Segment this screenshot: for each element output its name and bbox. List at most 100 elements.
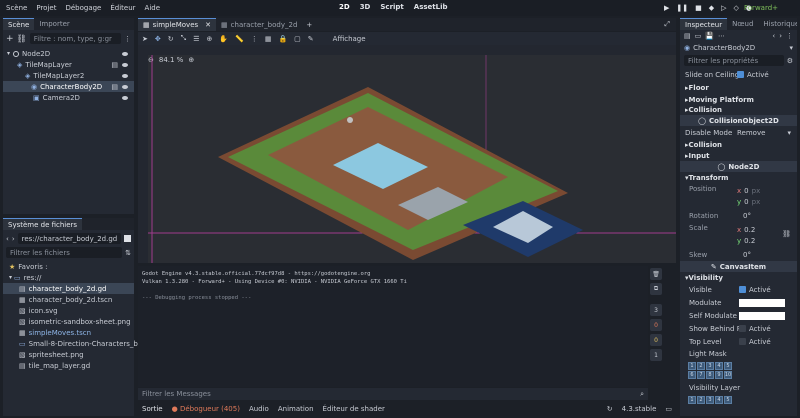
file-item[interactable]: ▧ isometric-sandbox-sheet.png [3, 316, 134, 327]
tab-audio[interactable]: Audio [249, 405, 269, 413]
menu-scene[interactable]: Scène [6, 4, 27, 12]
slide-ceiling-checkbox[interactable] [737, 71, 744, 78]
modulate-color-swatch[interactable] [739, 298, 785, 307]
history-menu-icon[interactable]: ⋮ [786, 32, 793, 40]
tree-node-tilemaplayer2[interactable]: ◈ TileMapLayer2 [3, 70, 134, 81]
tree-node-camera2d[interactable]: ▣ Camera2D [3, 92, 134, 103]
filter-menu-icon[interactable]: ⋮ [124, 35, 131, 43]
position-y-field[interactable]: 0 [744, 198, 748, 206]
file-filter-input[interactable]: Filtrer les fichiers [6, 247, 123, 258]
scene-filter-input[interactable]: Filtre : nom, type, g:gr [29, 33, 121, 44]
list-select-icon[interactable]: ☰ [193, 35, 199, 43]
selected-object-bar[interactable]: ◉ CharacterBody2D ▾ [680, 42, 797, 53]
tree-node-characterbody2d[interactable]: ◉ CharacterBody2D ▤ [3, 81, 134, 92]
tab-debugger[interactable]: ● Débogueur (405) [172, 405, 240, 413]
mask-cell[interactable]: 1 [688, 362, 696, 370]
script-icon[interactable]: ▤ [111, 83, 118, 91]
lock-icon[interactable]: 🔒 [278, 35, 287, 43]
pan-tool-icon[interactable]: ✋ [219, 35, 228, 43]
path-field[interactable]: res://character_body_2d.gd [17, 233, 122, 244]
section-visibility[interactable]: ▾ Visibility [680, 272, 797, 283]
link-icon[interactable]: ⛓ [17, 34, 27, 43]
snap-icon[interactable]: ⋮ [251, 35, 258, 43]
distraction-free-icon[interactable]: ⤢ [664, 20, 670, 29]
close-icon[interactable]: ✕ [205, 21, 211, 29]
mask-cell[interactable]: 10 [724, 371, 732, 379]
section-collision-body[interactable]: ▸ Collision [680, 105, 797, 115]
tab-history[interactable]: Historique [758, 18, 797, 30]
play-custom-icon[interactable]: ◇ [734, 4, 739, 12]
add-tab-icon[interactable]: + [306, 21, 312, 29]
menu-help[interactable]: Aide [145, 4, 160, 12]
view-menu[interactable]: Affichage [333, 35, 366, 43]
clear-output-icon[interactable]: 🗑 [650, 268, 662, 280]
file-item[interactable]: ▦ simpleMoves.tscn [3, 327, 134, 338]
resource-menu-icon[interactable]: ⋯ [718, 32, 725, 40]
visible-checkbox[interactable] [739, 286, 746, 293]
play-icon[interactable]: ▶ [664, 4, 669, 12]
position-x-field[interactable]: 0 [744, 187, 748, 195]
file-item[interactable]: ▤ tile_map_layer.gd [3, 360, 134, 371]
history-forward-icon[interactable]: › [779, 32, 782, 40]
layer-cell[interactable]: 3 [706, 396, 714, 404]
layout-toggle-icon[interactable] [124, 235, 131, 242]
ws-3d[interactable]: 3D [360, 3, 371, 11]
back-icon[interactable]: ‹ [6, 235, 9, 243]
pause-icon[interactable]: ❚❚ [676, 4, 688, 12]
mask-cell[interactable]: 6 [688, 371, 696, 379]
rotate-tool-icon[interactable]: ↻ [168, 35, 174, 43]
pivot-icon[interactable]: ⊕ [207, 35, 213, 43]
history-back-icon[interactable]: ‹ [772, 32, 775, 40]
mask-cell[interactable]: 3 [706, 362, 714, 370]
tab-scene[interactable]: Scène [3, 18, 35, 30]
favorites-item[interactable]: ★ Favoris : [3, 261, 134, 272]
tab-node[interactable]: Nœud [727, 18, 758, 30]
filter-messages-button[interactable]: 3 [650, 304, 662, 316]
visibility-eye-icon[interactable] [122, 84, 128, 89]
remote-icon[interactable]: ◆ [709, 4, 714, 12]
property-filter-input[interactable]: Filtrer les propriétés [684, 55, 784, 66]
self-modulate-color-swatch[interactable] [739, 311, 785, 320]
layer-cell[interactable]: 1 [688, 396, 696, 404]
forward-icon[interactable]: › [12, 235, 15, 243]
scale-tool-icon[interactable]: ⤡ [181, 34, 187, 43]
add-node-icon[interactable]: + [6, 34, 14, 44]
visibility-eye-icon[interactable] [122, 95, 128, 100]
file-item[interactable]: ▧ spritesheet.png [3, 349, 134, 360]
tree-node-node2d[interactable]: ▾ Node2D [3, 48, 134, 59]
section-floor[interactable]: ▸ Floor [680, 81, 797, 94]
ws-2d[interactable]: 2D [339, 3, 350, 11]
file-item[interactable]: ▦ character_body_2d.tscn [3, 294, 134, 305]
filter-warnings-button[interactable]: 0 [650, 334, 662, 346]
bone-icon[interactable]: ✎ [308, 35, 314, 43]
menu-editor[interactable]: Éditeur [110, 4, 135, 12]
filter-errors-button[interactable]: 0 [650, 319, 662, 331]
menu-debug[interactable]: Débogage [65, 4, 101, 12]
mask-cell[interactable]: 7 [697, 371, 705, 379]
section-input[interactable]: ▸ Input [680, 150, 797, 161]
open-resource-icon[interactable]: ▭ [695, 32, 702, 40]
ws-assetlib[interactable]: AssetLib [414, 3, 448, 11]
layer-cell[interactable]: 4 [715, 396, 723, 404]
scale-x-field[interactable]: 0.2 [744, 226, 755, 234]
play-scene-icon[interactable]: ▷ [721, 4, 726, 12]
group-icon[interactable]: ▢ [294, 35, 301, 43]
section-transform[interactable]: ▾ Transform [680, 172, 797, 183]
tab-animation[interactable]: Animation [278, 405, 314, 413]
tab-import[interactable]: Importer [34, 18, 74, 30]
section-moving-platform[interactable]: ▸ Moving Platform [680, 94, 797, 105]
disable-mode-select[interactable]: Remove [737, 129, 765, 137]
layer-cell[interactable]: 5 [724, 396, 732, 404]
tab-inspector[interactable]: Inspecteur [680, 18, 728, 30]
mask-cell[interactable]: 8 [706, 371, 714, 379]
visibility-eye-icon[interactable] [122, 62, 128, 67]
new-resource-icon[interactable]: ▤ [684, 32, 691, 40]
copy-output-icon[interactable]: ⧉ [650, 283, 662, 295]
tab-shader-editor[interactable]: Éditeur de shader [323, 405, 385, 413]
top-level-checkbox[interactable] [739, 338, 746, 345]
script-icon[interactable]: ▤ [111, 61, 118, 69]
show-behind-checkbox[interactable] [739, 325, 746, 332]
mask-cell[interactable]: 5 [724, 362, 732, 370]
output-filter-input[interactable]: Filtrer les Messages [142, 390, 640, 398]
ws-script[interactable]: Script [380, 3, 403, 11]
